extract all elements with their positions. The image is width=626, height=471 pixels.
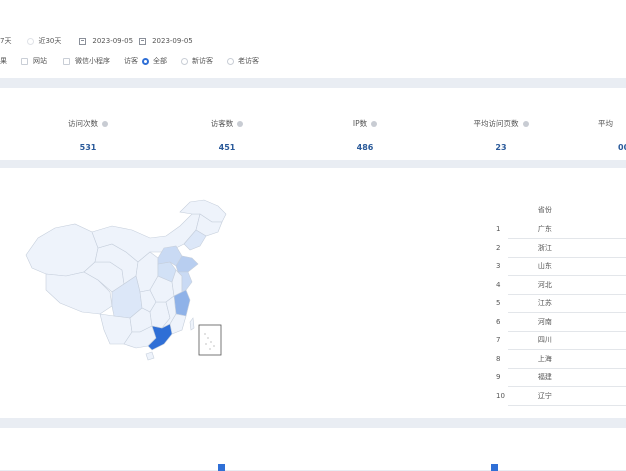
visitor-all-radio[interactable] (142, 57, 149, 65)
calendar-icon[interactable] (79, 37, 87, 45)
stats-panel: 访问次数 531 访客数 451 IP数 486 平均访问页数 23 平均 00 (0, 88, 626, 160)
table-row: 8 上海 (488, 349, 626, 369)
info-icon[interactable] (102, 121, 108, 127)
calendar-icon[interactable] (139, 37, 147, 45)
column-header-province: 省份 (537, 206, 552, 214)
table-row: 1 广东 (488, 220, 626, 239)
map-region (145, 351, 155, 361)
stat-value: 486 (356, 143, 374, 152)
stat-value: 23 (495, 143, 507, 152)
table-row: 6 河南 (488, 312, 626, 332)
website-label[interactable]: 网站 (33, 56, 47, 66)
website-checkbox[interactable] (21, 57, 28, 65)
south-sea-inset (198, 324, 222, 356)
province-table: 省份 1 广东 2 浙江 3 山东 4 河北 5 江苏 6 河南 7 四川 8 上海 9 福建 1… (488, 200, 626, 406)
visitor-old-label[interactable]: 老访客 (238, 56, 259, 66)
range-30-days[interactable]: 近30天 (38, 36, 61, 46)
date-end[interactable]: 2023-09-05 (152, 37, 193, 45)
stat-visits: 访问次数 531 (43, 118, 133, 152)
stat-label: IP数 (352, 119, 368, 128)
table-row: 2 浙江 (488, 238, 626, 258)
filter-panel: 7天 近30天 2023-09-05 2023-09-05 果 网站 微信小程序… (0, 0, 626, 78)
stat-avg-partial: 平均 00 (598, 118, 626, 152)
visitor-old-radio[interactable] (227, 57, 234, 65)
info-icon[interactable] (522, 121, 529, 127)
stat-visitors: 访客数 451 (182, 118, 272, 152)
visitor-label: 访客 (124, 57, 138, 65)
range-7-days[interactable]: 7天 (0, 36, 11, 46)
visitor-new-label[interactable]: 新访客 (192, 56, 213, 66)
table-row: 7 四川 (488, 331, 626, 350)
stat-avg-pages: 平均访问页数 23 (456, 118, 546, 152)
table-row: 3 山东 (488, 257, 626, 276)
geo-panel: 省份 1 广东 2 浙江 3 山东 4 河北 5 江苏 6 河南 7 四川 8 上海 9 福建 1… (0, 168, 626, 418)
table-row: 10 辽宁 (488, 386, 626, 406)
stat-value: 451 (218, 143, 236, 152)
map-region (25, 223, 99, 277)
info-icon[interactable] (237, 121, 244, 127)
stat-value: 00 (618, 143, 626, 152)
info-icon[interactable] (371, 121, 378, 127)
table-row: 4 河北 (488, 275, 626, 295)
stat-label: 平均 (598, 119, 613, 128)
stat-label: 平均访问页数 (473, 119, 519, 128)
table-row: 5 江苏 (488, 294, 626, 313)
miniprogram-checkbox[interactable] (63, 57, 70, 65)
range-30-radio[interactable] (27, 37, 35, 45)
miniprogram-label[interactable]: 微信小程序 (75, 56, 110, 66)
bottom-panel (0, 428, 626, 471)
map-region (189, 317, 195, 331)
visitor-all-label[interactable]: 全部 (153, 56, 167, 66)
source-label: 果 (0, 57, 7, 65)
stat-value: 531 (79, 143, 97, 152)
visitor-new-radio[interactable] (181, 57, 188, 65)
table-row: 9 福建 (488, 368, 626, 387)
stat-label: 访客数 (210, 119, 234, 128)
date-start[interactable]: 2023-09-05 (92, 37, 133, 45)
stat-ip: IP数 486 (320, 118, 410, 152)
stat-label: 访问次数 (68, 119, 98, 128)
